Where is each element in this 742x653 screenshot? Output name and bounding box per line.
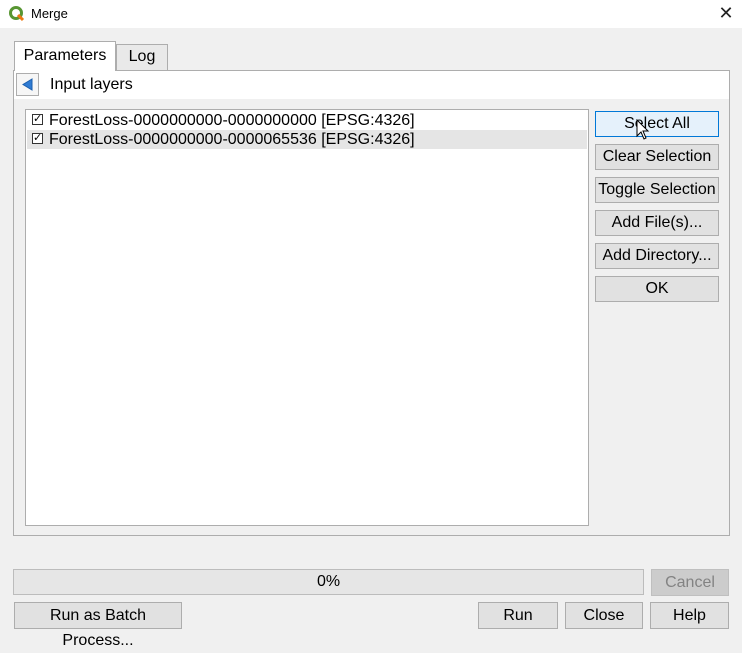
input-layers-area: ✓ ForestLoss-0000000000-0000000000 [EPSG… xyxy=(14,99,729,535)
toggle-selection-button[interactable]: Toggle Selection xyxy=(595,177,719,203)
title-bar: Merge ✕ xyxy=(0,0,742,28)
list-item[interactable]: ✓ ForestLoss-0000000000-0000065536 [EPSG… xyxy=(27,130,587,149)
parameters-panel: Input layers ✓ ForestLoss-0000000000-000… xyxy=(13,70,730,536)
tab-log[interactable]: Log xyxy=(116,44,168,70)
progress-bar: 0% xyxy=(13,569,644,595)
checkbox[interactable]: ✓ xyxy=(32,114,43,125)
window-title: Merge xyxy=(31,6,68,21)
ok-button[interactable]: OK xyxy=(595,276,719,302)
select-all-button[interactable]: Select All xyxy=(595,111,719,137)
window-close-icon[interactable]: ✕ xyxy=(710,0,742,28)
clear-selection-button[interactable]: Clear Selection xyxy=(595,144,719,170)
run-as-batch-button[interactable]: Run as Batch Process... xyxy=(14,602,182,649)
mouse-cursor-icon xyxy=(636,119,650,140)
help-button[interactable]: Help xyxy=(650,602,729,629)
add-files-button[interactable]: Add File(s)... xyxy=(595,210,719,236)
close-button[interactable]: Close xyxy=(565,602,643,629)
layer-list[interactable]: ✓ ForestLoss-0000000000-0000000000 [EPSG… xyxy=(25,109,589,526)
progress-text: 0% xyxy=(316,573,341,590)
layer-label: ForestLoss-0000000000-0000000000 [EPSG:4… xyxy=(49,112,415,129)
list-item[interactable]: ✓ ForestLoss-0000000000-0000000000 [EPSG… xyxy=(27,111,587,130)
section-label: Input layers xyxy=(50,76,133,93)
triangle-left-icon xyxy=(22,78,33,91)
add-directory-button[interactable]: Add Directory... xyxy=(595,243,719,269)
qgis-logo-icon xyxy=(9,6,25,22)
cancel-button[interactable]: Cancel xyxy=(651,569,729,596)
back-button[interactable] xyxy=(16,73,39,96)
run-button[interactable]: Run xyxy=(478,602,558,629)
tab-parameters[interactable]: Parameters xyxy=(14,41,116,71)
layer-label: ForestLoss-0000000000-0000065536 [EPSG:4… xyxy=(49,131,415,148)
checkbox[interactable]: ✓ xyxy=(32,133,43,144)
